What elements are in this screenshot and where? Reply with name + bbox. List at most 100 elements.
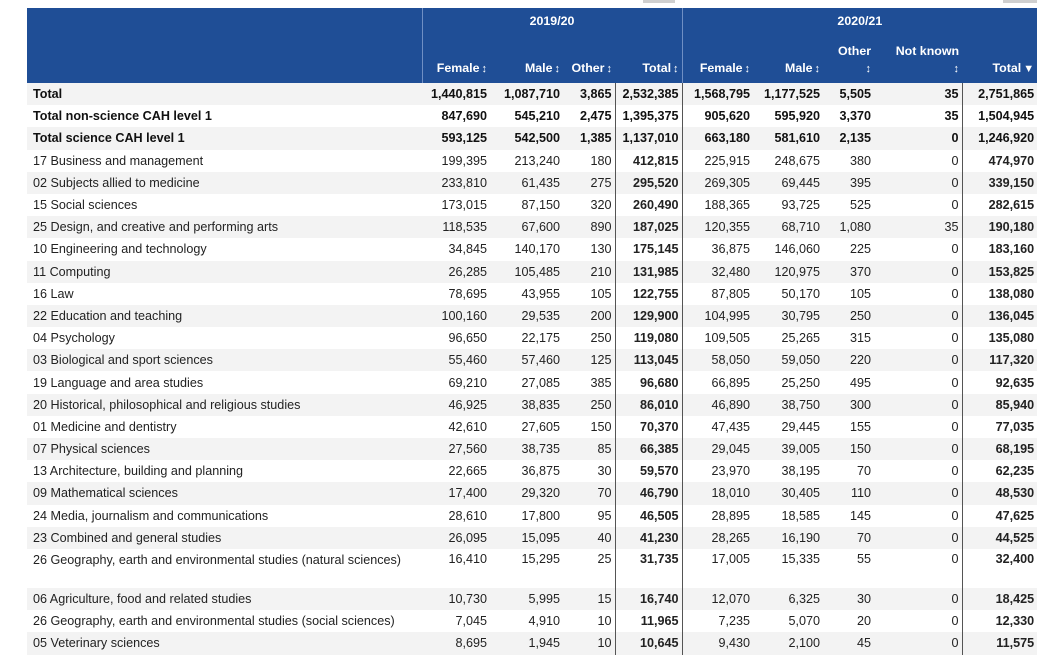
table-cell: 183,160	[961, 238, 1038, 261]
table-cell: 0	[874, 548, 963, 588]
table-cell: 122,755	[614, 282, 683, 305]
table-cell: 69,210	[422, 371, 490, 394]
table-cell: 225	[823, 238, 875, 261]
sort-arrows-icon[interactable]: ↕	[954, 63, 960, 75]
scrollbar-stub	[643, 0, 675, 3]
table-cell: 62,235	[961, 460, 1038, 483]
column-header-not-known[interactable]: Not known ↕	[874, 34, 963, 83]
table-cell: 30,405	[753, 482, 824, 505]
table-cell: 145	[823, 504, 875, 527]
table-cell: 130	[563, 238, 615, 261]
table-cell: 36,875	[682, 238, 754, 261]
sort-arrows-icon[interactable]: ↕	[745, 63, 751, 75]
column-header-total[interactable]: Total ↕	[615, 34, 683, 83]
table-cell: 17,400	[422, 482, 490, 505]
table-cell: 8,695	[422, 632, 490, 655]
table-cell: 1,177,525	[753, 83, 824, 106]
table-cell: 47,435	[682, 415, 754, 438]
column-header-other[interactable]: Other ↕	[823, 34, 875, 83]
row-label: Total science CAH level 1	[27, 127, 422, 150]
table-cell: 23,970	[682, 460, 754, 483]
table-cell: 0	[874, 349, 963, 372]
table-cell: 275	[563, 171, 615, 194]
table-cell: 339,150	[961, 171, 1038, 194]
column-header-female[interactable]: Female ↕	[422, 34, 490, 83]
table-cell: 199,395	[422, 149, 490, 172]
row-label: 11 Computing	[27, 260, 422, 283]
table-cell: 525	[823, 193, 875, 217]
table-cell: 173,015	[422, 193, 490, 217]
table-cell: 1,385	[563, 127, 615, 150]
column-header-male[interactable]: Male ↕	[490, 34, 563, 83]
table-row: Total non-science CAH level 1 847,690 545,…	[27, 105, 1038, 128]
sort-arrows-icon[interactable]: ↕	[482, 63, 488, 75]
table-cell: 27,085	[490, 371, 563, 394]
table-cell: 12,330	[961, 610, 1038, 633]
sort-arrows-icon[interactable]: ↕	[607, 63, 613, 75]
table-cell: 2,100	[753, 632, 824, 655]
table-cell: 87,150	[490, 193, 563, 217]
column-header-female[interactable]: Female ↕	[681, 34, 754, 83]
column-header-male[interactable]: Male ↕	[753, 34, 824, 83]
table-cell: 66,385	[614, 438, 683, 461]
column-header-other[interactable]: Other ↕	[563, 34, 615, 83]
table-cell: 17,800	[490, 504, 563, 527]
table-cell: 30	[823, 587, 875, 611]
table-cell: 10	[563, 632, 615, 655]
table-cell: 7,045	[422, 610, 490, 633]
sort-arrows-icon[interactable]: ↕	[673, 63, 679, 75]
table-cell: 1,504,945	[961, 105, 1038, 128]
table-cell: 50,170	[753, 282, 824, 305]
sort-arrows-icon[interactable]: ↕	[555, 63, 561, 75]
table-cell: 92,635	[961, 371, 1038, 394]
table-cell: 0	[874, 149, 963, 172]
table-cell: 188,365	[682, 193, 754, 217]
table-cell: 2,751,865	[961, 83, 1038, 106]
table-cell: 395	[823, 171, 875, 194]
table-cell: 44,525	[961, 526, 1038, 549]
table-cell: 16,740	[614, 587, 683, 611]
table-cell: 595,920	[753, 105, 824, 128]
column-header-label: Total	[642, 61, 672, 75]
sort-desc-icon[interactable]: ▼	[1023, 63, 1034, 75]
sort-arrows-icon[interactable]: ↕	[866, 63, 872, 75]
table-cell: 41,230	[614, 526, 683, 549]
table-cell: 104,995	[682, 304, 754, 328]
column-header-total[interactable]: Total ▼	[962, 34, 1038, 83]
table-cell: 0	[874, 415, 963, 438]
row-label: 02 Subjects allied to medicine	[27, 171, 422, 194]
table-cell: 11,575	[961, 632, 1038, 655]
table-cell: 25,265	[753, 327, 824, 350]
table-cell: 131,985	[614, 260, 683, 283]
table-body: Total 1,440,815 1,087,710 3,865 2,532,385 1,5…	[27, 83, 1038, 655]
row-label: 25 Design, and creative and performing a…	[27, 216, 422, 239]
table-cell: 260,490	[614, 193, 683, 217]
row-label: 09 Mathematical sciences	[27, 482, 422, 505]
table-row: 04 Psychology 96,650 22,175 250 119,080 109,5…	[27, 327, 1038, 350]
table-cell: 220	[823, 349, 875, 372]
table-cell: 70	[563, 482, 615, 505]
row-label: 19 Language and area studies	[27, 371, 422, 394]
table-cell: 0	[874, 193, 963, 217]
table-row: 23 Combined and general studies 26,095 15,…	[27, 526, 1038, 549]
table-cell: 136,045	[961, 304, 1038, 328]
table-cell: 110	[823, 482, 875, 505]
table-cell: 2,135	[823, 127, 875, 150]
table-cell: 69,445	[753, 171, 824, 194]
table-cell: 5,995	[490, 587, 563, 611]
column-header-label: Not known	[895, 44, 960, 58]
table-cell: 16,410	[422, 548, 490, 588]
sort-arrows-icon[interactable]: ↕	[815, 63, 821, 75]
table-cell: 59,050	[753, 349, 824, 372]
table-cell: 0	[874, 460, 963, 483]
table-cell: 26,095	[422, 526, 490, 549]
table-cell: 47,625	[961, 504, 1038, 527]
table-row: 09 Mathematical sciences 17,400 29,320 70 46…	[27, 482, 1038, 505]
row-label: 26 Geography, earth and environmental st…	[27, 610, 422, 633]
table-cell: 155	[823, 415, 875, 438]
table-cell: 22,665	[422, 460, 490, 483]
table-cell: 1,395,375	[614, 105, 683, 128]
table-cell: 55,460	[422, 349, 490, 372]
table-cell: 890	[563, 216, 615, 239]
table-cell: 120,975	[753, 260, 824, 283]
